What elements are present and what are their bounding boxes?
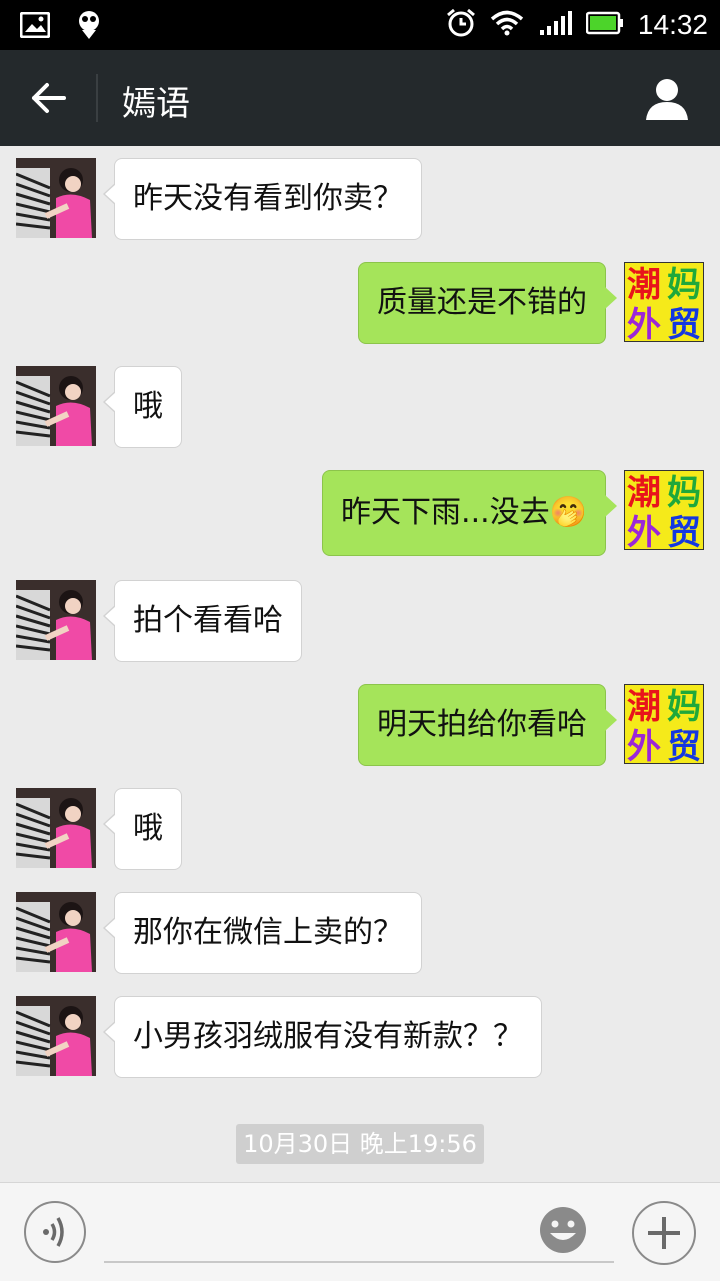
notification-app-icon — [76, 10, 102, 44]
message-text: 哦 — [133, 811, 163, 846]
contact-avatar[interactable] — [15, 996, 96, 1076]
avatar-char-3: 外 — [627, 513, 661, 550]
more-actions-button[interactable] — [632, 1201, 696, 1265]
message-bubble-incoming[interactable]: 哦 — [103, 788, 182, 870]
contact-avatar[interactable] — [15, 366, 96, 446]
input-bar — [0, 1182, 720, 1281]
gallery-notification-icon — [19, 11, 51, 42]
avatar-char-4: 贸 — [667, 513, 701, 550]
alarm-icon — [446, 8, 476, 42]
my-avatar[interactable]: 潮妈外贸 — [624, 262, 704, 345]
voice-icon — [43, 1217, 64, 1247]
back-arrow-icon — [32, 83, 66, 113]
contact-avatar[interactable] — [15, 158, 96, 238]
voice-input-button[interactable] — [24, 1201, 86, 1263]
avatar-char-3: 外 — [627, 727, 661, 764]
message-bubble-incoming[interactable]: 拍个看看哈 — [103, 580, 302, 662]
contact-avatar[interactable] — [15, 788, 96, 868]
back-button[interactable] — [22, 74, 74, 122]
chat-title: 嫣语 — [122, 84, 190, 124]
avatar-char-4: 贸 — [667, 727, 701, 764]
message-text: 昨天下雨...没去 — [341, 495, 550, 530]
thinking-emoji-icon: 🤭 — [549, 495, 587, 530]
avatar-char-1: 潮 — [627, 265, 661, 305]
contact-avatar[interactable] — [15, 892, 96, 972]
status-bar: 14:32 — [0, 0, 720, 50]
message-text: 那你在微信上卖的？ — [133, 915, 403, 950]
message-bubble-incoming[interactable]: 那你在微信上卖的？ — [103, 892, 422, 974]
chat-timestamp: 10月30日 晚上19:56 — [236, 1124, 484, 1164]
plus-icon — [648, 1217, 680, 1249]
avatar-char-2: 妈 — [667, 473, 701, 513]
message-text: 明天拍给你看哈 — [377, 707, 587, 742]
message-bubble-outgoing[interactable]: 昨天下雨...没去🤭 — [322, 470, 617, 556]
my-avatar[interactable]: 潮妈外贸 — [624, 470, 704, 553]
avatar-char-2: 妈 — [667, 687, 701, 727]
contact-profile-button[interactable] — [644, 76, 690, 122]
avatar-char-1: 潮 — [627, 473, 661, 513]
header-divider — [96, 74, 98, 122]
avatar-char-1: 潮 — [627, 687, 661, 727]
message-text: 昨天没有看到你卖？ — [133, 181, 403, 216]
person-icon — [646, 79, 688, 120]
battery-icon — [585, 11, 624, 39]
status-time: 14:32 — [637, 9, 708, 40]
avatar-char-2: 妈 — [667, 265, 701, 305]
message-bubble-outgoing[interactable]: 质量还是不错的 — [358, 262, 617, 344]
emoji-button[interactable] — [538, 1205, 588, 1255]
smiley-icon — [540, 1207, 586, 1253]
message-text: 哦 — [133, 389, 163, 424]
message-text: 拍个看看哈 — [133, 603, 283, 638]
message-bubble-outgoing[interactable]: 明天拍给你看哈 — [358, 684, 617, 766]
contact-avatar[interactable] — [15, 580, 96, 660]
avatar-char-3: 外 — [627, 305, 661, 342]
message-text: 小男孩羽绒服有没有新款？？ — [133, 1019, 523, 1054]
chat-area[interactable]: 昨天没有看到你卖？ 质量还是不错的 潮妈外贸 哦 昨天下雨...没去🤭 潮妈外贸… — [0, 146, 720, 1182]
my-avatar[interactable]: 潮妈外贸 — [624, 684, 704, 767]
avatar-char-4: 贸 — [667, 305, 701, 342]
message-text: 质量还是不错的 — [377, 285, 587, 320]
signal-icon — [538, 10, 572, 40]
chat-header: 嫣语 — [0, 50, 720, 146]
wifi-icon — [490, 10, 524, 40]
message-bubble-incoming[interactable]: 小男孩羽绒服有没有新款？？ — [103, 996, 542, 1078]
message-bubble-incoming[interactable]: 昨天没有看到你卖？ — [103, 158, 422, 240]
message-bubble-incoming[interactable]: 哦 — [103, 366, 182, 448]
